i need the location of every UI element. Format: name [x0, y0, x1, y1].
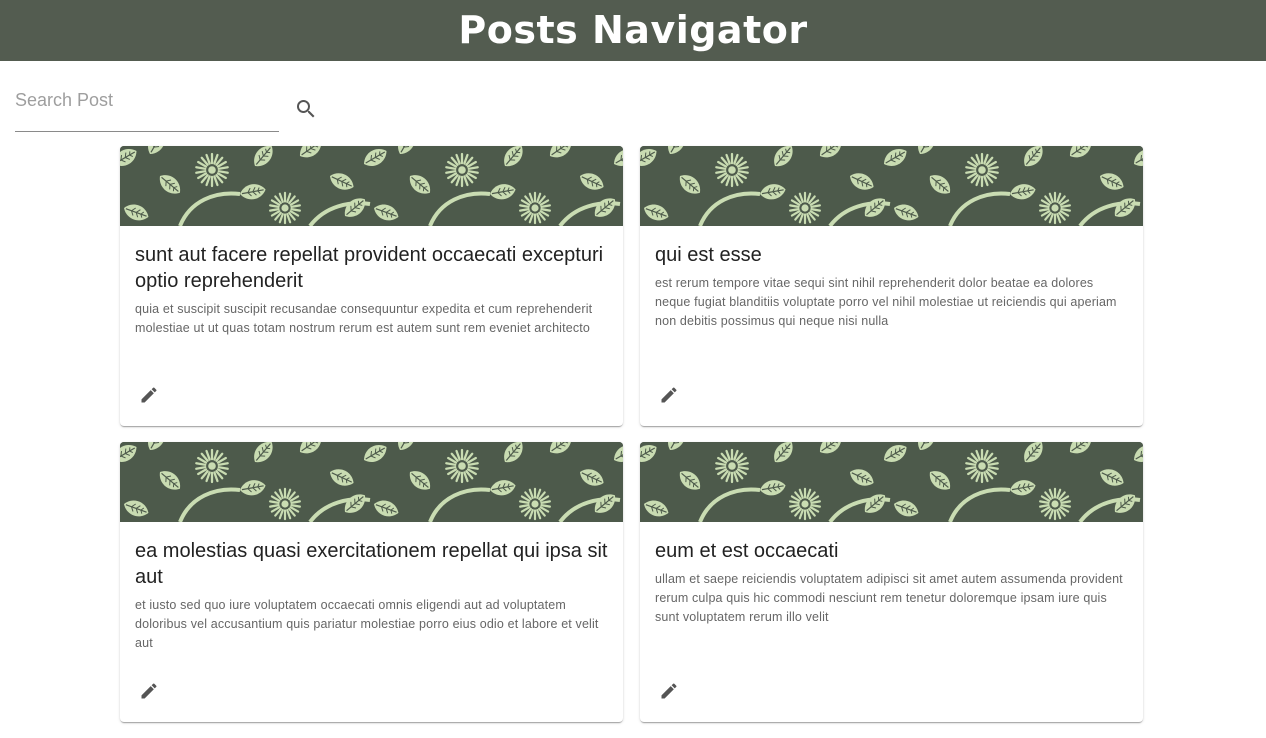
- page-title: Posts Navigator: [458, 8, 808, 52]
- card-media-image: [120, 442, 623, 522]
- post-body: est rerum tempore vitae sequi sint nihil…: [655, 276, 1117, 328]
- post-title: eum et est occaecati: [655, 540, 839, 562]
- post-card: eum et est occaecati ullam et saepe reic…: [640, 442, 1143, 722]
- search-bar: [15, 86, 321, 132]
- post-title: qui est esse: [655, 244, 762, 266]
- search-button[interactable]: [291, 94, 321, 124]
- post-card: qui est esse est rerum tempore vitae seq…: [640, 146, 1143, 426]
- edit-post-button[interactable]: [656, 382, 682, 408]
- post-card: ea molestias quasi exercitationem repell…: [120, 442, 623, 722]
- pencil-icon: [661, 683, 677, 699]
- post-body: quia et suscipit suscipit recusandae con…: [135, 302, 593, 335]
- posts-grid: sunt aut facere repellat provident occae…: [120, 146, 1143, 722]
- edit-post-button[interactable]: [656, 678, 682, 704]
- edit-post-button[interactable]: [136, 678, 162, 704]
- post-body: ullam et saepe reiciendis voluptatem adi…: [655, 572, 1123, 624]
- card-media-image: [640, 442, 1143, 522]
- app-bar: Posts Navigator: [0, 0, 1266, 61]
- post-title: ea molestias quasi exercitationem repell…: [135, 540, 608, 588]
- search-input[interactable]: [15, 86, 279, 132]
- post-body: et iusto sed quo iure voluptatem occaeca…: [135, 598, 599, 650]
- search-icon: [297, 100, 315, 118]
- pencil-icon: [661, 387, 677, 403]
- pencil-icon: [141, 683, 157, 699]
- pencil-icon: [141, 387, 157, 403]
- edit-post-button[interactable]: [136, 382, 162, 408]
- post-card: sunt aut facere repellat provident occae…: [120, 146, 623, 426]
- card-media-image: [120, 146, 623, 226]
- post-title: sunt aut facere repellat provident occae…: [135, 244, 604, 292]
- card-media-image: [640, 146, 1143, 226]
